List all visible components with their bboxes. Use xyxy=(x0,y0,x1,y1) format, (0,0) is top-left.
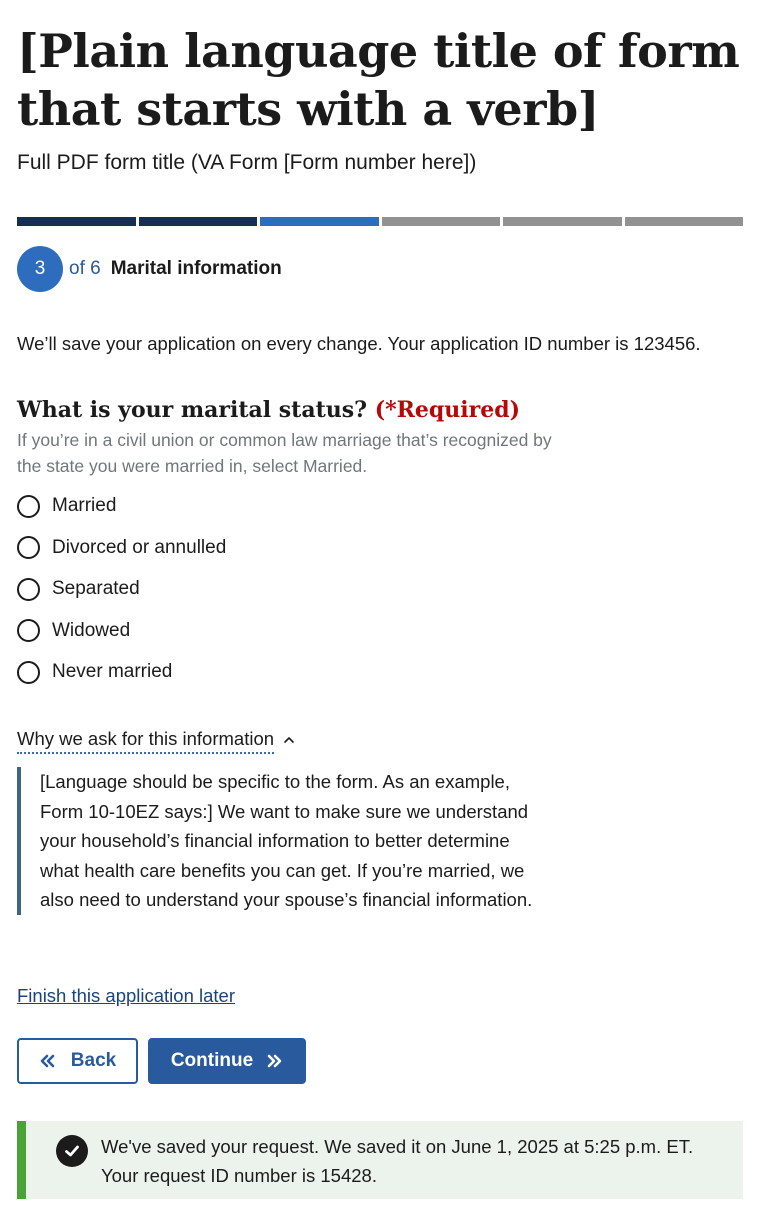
radio-label[interactable]: Widowed xyxy=(52,620,130,642)
double-chevron-left-icon xyxy=(40,1054,55,1068)
radio-label[interactable]: Divorced or annulled xyxy=(52,537,226,559)
save-notice: We’ll save your application on every cha… xyxy=(17,333,701,354)
radio-option-never-married[interactable]: Never married xyxy=(17,656,226,688)
progress-segment-5 xyxy=(503,217,622,226)
radio-label[interactable]: Separated xyxy=(52,578,140,600)
step-of-total: of 6 xyxy=(69,258,101,279)
radio-button[interactable] xyxy=(17,660,40,684)
success-alert: We've saved your request. We saved it on… xyxy=(17,1121,743,1199)
segmented-progress-bar xyxy=(17,217,743,226)
step-indicator: 3 of 6 Marital information xyxy=(17,246,282,292)
marital-status-radio-group: Married Divorced or annulled Separated W… xyxy=(17,490,226,698)
continue-button-label[interactable]: Continue xyxy=(171,1050,253,1072)
progress-segment-3 xyxy=(260,217,379,226)
chevron-up-icon[interactable] xyxy=(282,733,296,747)
page-title: [Plain language title of form that start… xyxy=(17,24,740,136)
step-name: Marital information xyxy=(110,258,282,279)
radio-button[interactable] xyxy=(17,619,40,642)
additional-info-content: [Language should be specific to the form… xyxy=(17,767,540,915)
question-text: What is your marital status? xyxy=(17,397,368,423)
alert-message-line-2: Your request ID number is 15428. xyxy=(101,1165,377,1186)
alert-message: We've saved your request. We saved it on… xyxy=(101,1132,721,1190)
step-number-badge: 3 xyxy=(17,246,63,292)
progress-segment-4 xyxy=(381,217,500,226)
required-label: (*Required) xyxy=(374,397,521,423)
radio-option-divorced[interactable]: Divorced or annulled xyxy=(17,532,226,564)
radio-label[interactable]: Married xyxy=(52,495,116,517)
radio-option-married[interactable]: Married xyxy=(17,490,226,522)
form-subtitle: Full PDF form title (VA Form [Form numbe… xyxy=(17,151,477,174)
question-hint: If you’re in a civil union or common law… xyxy=(17,430,552,476)
back-button[interactable]: Back xyxy=(17,1038,138,1084)
back-button-label[interactable]: Back xyxy=(71,1050,116,1072)
radio-option-widowed[interactable]: Widowed xyxy=(17,615,226,647)
radio-button[interactable] xyxy=(17,494,40,518)
alert-message-line-1: We've saved your request. We saved it on… xyxy=(101,1136,694,1157)
additional-info-toggle[interactable]: Why we ask for this information xyxy=(17,726,296,754)
continue-button[interactable]: Continue xyxy=(148,1038,306,1084)
progress-segment-2 xyxy=(138,217,257,226)
check-circle-icon xyxy=(56,1135,88,1167)
double-chevron-right-icon xyxy=(267,1054,282,1068)
progress-segment-1 xyxy=(17,217,136,226)
radio-label[interactable]: Never married xyxy=(52,661,172,683)
question-label: What is your marital status? (*Required) xyxy=(17,393,520,427)
radio-option-separated[interactable]: Separated xyxy=(17,573,226,605)
radio-button[interactable] xyxy=(17,577,40,601)
additional-info-trigger-label[interactable]: Why we ask for this information xyxy=(17,726,275,754)
finish-later-link[interactable]: Finish this application later xyxy=(17,982,235,1010)
navigation-buttons: Back Continue xyxy=(17,1038,306,1084)
check-icon xyxy=(65,1145,79,1157)
radio-button[interactable] xyxy=(17,536,40,559)
progress-segment-6 xyxy=(624,217,743,226)
